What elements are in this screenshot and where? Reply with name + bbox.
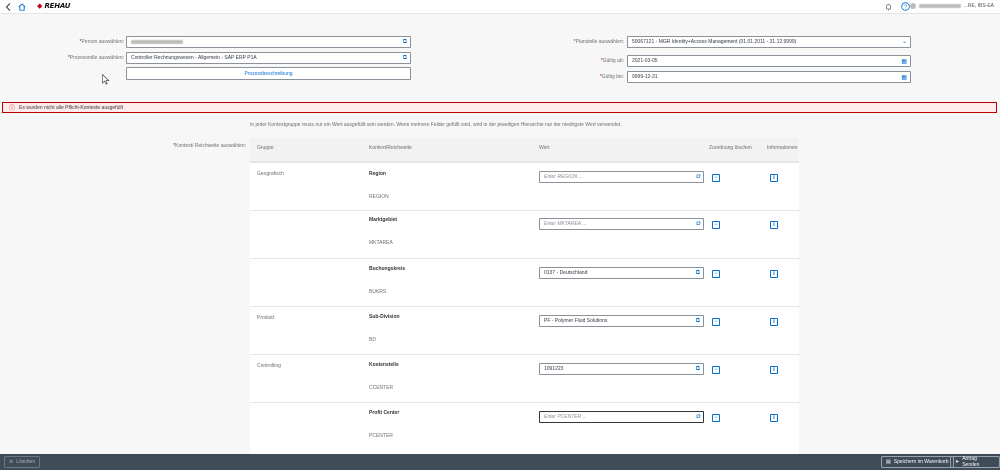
pcenter-input[interactable]: Enter PCENTER ... ⧉	[539, 411, 704, 423]
delete-assignment-icon[interactable]: −	[712, 270, 720, 278]
antrag-senden-button[interactable]: ➤ Antrag Senden	[950, 456, 1000, 468]
planstelle-value: 50067121 - MGR Identity+Access Managemen…	[632, 39, 797, 45]
gueltig-bis-value: 9999-12-31	[632, 74, 658, 80]
context-label: *Kontext/ Reichweite auswählen:	[173, 143, 246, 149]
table-row: Buchungskreis BUKRS 0137 - Deutschland ⧉ …	[250, 258, 799, 306]
bukrs-input[interactable]: 0137 - Deutschland ⧉	[539, 267, 704, 279]
logo-mark-icon: ◆	[37, 2, 43, 10]
table-row: Marktgebiet MKTAREA Enter MKTAREA ... ⧉ −…	[250, 210, 799, 258]
header-zuordnung: Zuordnung löschen	[709, 145, 752, 151]
rehau-logo[interactable]: ◆ REHAU	[37, 2, 70, 10]
prozessrolle-field[interactable]: Controller Rechnungswesen - Allgemein - …	[126, 52, 411, 64]
error-message-strip: ⓘ Es wurden nicht alle Pflicht-Kontexte …	[2, 102, 997, 113]
info-icon[interactable]: i	[770, 414, 778, 422]
person-label: *Person auswählen:	[79, 39, 124, 45]
table-row: Geografisch Region REGION Enter REGION .…	[250, 162, 799, 210]
gueltig-ab-field[interactable]: 2021-03-05 ▦	[627, 55, 911, 67]
mouse-cursor-icon	[102, 74, 110, 85]
error-icon: ⓘ	[9, 106, 16, 112]
context-code: MKTAREA	[369, 240, 393, 246]
header-informationen: Informationen	[767, 145, 798, 151]
delete-assignment-icon[interactable]: −	[712, 221, 720, 229]
delete-assignment-icon[interactable]: −	[712, 174, 720, 182]
header-gruppe: Gruppe	[257, 145, 274, 151]
back-arrow-icon[interactable]	[3, 1, 13, 12]
value-help-icon[interactable]: ⧉	[696, 414, 700, 421]
group-label: Controlling	[257, 363, 281, 369]
context-code: BUKRS	[369, 289, 387, 295]
delete-icon: ⊘	[9, 459, 14, 465]
person-name-redacted	[131, 40, 183, 44]
footer-toolbar: ⊘ Löschen ▤ Speichern im Warenkorb ➤ Ant…	[0, 454, 1000, 470]
planstelle-select[interactable]: 50067121 - MGR Identity+Access Managemen…	[627, 36, 911, 48]
prozessrolle-value: Controller Rechnungswesen - Allgemein - …	[131, 55, 257, 61]
region-input[interactable]: Enter REGION ... ⧉	[539, 171, 704, 183]
user-menu[interactable]: ...RE, IBS-EA	[909, 3, 994, 9]
value-help-icon[interactable]: ⧉	[696, 221, 700, 228]
delete-assignment-icon[interactable]: −	[712, 366, 720, 374]
home-icon[interactable]	[17, 1, 27, 12]
gueltig-ab-value: 2021-03-05	[632, 58, 658, 64]
context-name: Sub-Division	[369, 314, 400, 320]
bd-input[interactable]: PF - Polymer Fluid Solutions ⧉	[539, 315, 704, 327]
prozessbeschreibung-button[interactable]: Prozessbeschreibung	[126, 67, 411, 80]
info-icon[interactable]: i	[770, 270, 778, 278]
context-code: CCENTER	[369, 385, 394, 391]
ccenter-input[interactable]: 1091223 ⧉	[539, 363, 704, 375]
delete-assignment-icon[interactable]: −	[712, 414, 720, 422]
value-help-icon[interactable]: ⧉	[403, 39, 407, 46]
value-help-icon[interactable]: ⧉	[696, 366, 700, 373]
user-name-redacted	[918, 4, 961, 8]
info-icon[interactable]: i	[770, 366, 778, 374]
context-name: Kostenstelle	[369, 362, 399, 368]
loeschen-button[interactable]: ⊘ Löschen	[4, 456, 41, 468]
calendar-icon[interactable]: ▦	[901, 58, 907, 65]
context-name: Profit Center	[369, 410, 400, 416]
chevron-down-icon[interactable]: ⌄	[902, 38, 907, 45]
table-row: Controlling Kostenstelle CCENTER 1091223…	[250, 354, 799, 402]
gueltig-bis-field[interactable]: 9999-12-31 ▦	[627, 71, 911, 83]
info-icon[interactable]: i	[770, 318, 778, 326]
gueltig-bis-label: *Gültig bis:	[599, 74, 624, 80]
group-label: Geografisch	[257, 171, 284, 177]
context-hint: In jeder Kontextgruppe muss nur ein Wert…	[250, 122, 622, 128]
value-help-icon[interactable]: ⧉	[696, 174, 700, 181]
context-code: BD	[369, 337, 376, 343]
value-help-icon[interactable]: ⧉	[696, 318, 700, 325]
send-icon: ➤	[955, 459, 960, 465]
info-icon[interactable]: i	[770, 174, 778, 182]
help-icon[interactable]: ?	[900, 1, 910, 12]
value-help-icon[interactable]: ⧉	[696, 270, 700, 277]
table-row: Produkt Sub-Division BD PF - Polymer Flu…	[250, 306, 799, 354]
planstelle-label: *Planstelle auswählen:	[573, 39, 624, 45]
user-org-label: ...RE, IBS-EA	[963, 3, 994, 9]
group-label: Produkt	[257, 315, 275, 321]
delete-assignment-icon[interactable]: −	[712, 318, 720, 326]
context-code: REGION	[369, 194, 389, 200]
speichern-button[interactable]: ▤ Speichern im Warenkorb	[881, 456, 954, 468]
calendar-icon[interactable]: ▦	[901, 74, 907, 81]
value-help-icon[interactable]: ⧉	[403, 55, 407, 62]
table-header: Gruppe Kontext/Reichweite Wert Zuordnung…	[250, 138, 799, 162]
header-kontext: Kontext/Reichweite	[369, 145, 412, 151]
gueltig-ab-label: *Gültig ab:	[600, 58, 624, 64]
context-name: Region	[369, 171, 386, 177]
table-row: Profit Center PCENTER Enter PCENTER ... ⧉…	[250, 402, 799, 454]
header-wert: Wert	[539, 145, 550, 151]
cart-icon: ▤	[886, 459, 891, 465]
context-code: PCENTER	[369, 433, 393, 439]
context-name: Marktgebiet	[369, 217, 398, 223]
context-name: Buchungskreis	[369, 266, 406, 272]
avatar	[909, 3, 916, 9]
error-text: Es wurden nicht alle Pflicht-Kontexte au…	[19, 104, 123, 111]
mktarea-input[interactable]: Enter MKTAREA ... ⧉	[539, 218, 704, 230]
shell-bar: ◆ REHAU ? ...RE, IBS-EA	[0, 0, 1000, 14]
context-table: Gruppe Kontext/Reichweite Wert Zuordnung…	[250, 138, 799, 454]
svg-text:?: ?	[903, 4, 906, 10]
info-icon[interactable]: i	[770, 221, 778, 229]
prozessrolle-label: *Prozessrolle auswählen:	[67, 55, 124, 61]
notification-icon[interactable]	[883, 1, 893, 12]
person-field[interactable]: ⧉	[126, 36, 411, 48]
